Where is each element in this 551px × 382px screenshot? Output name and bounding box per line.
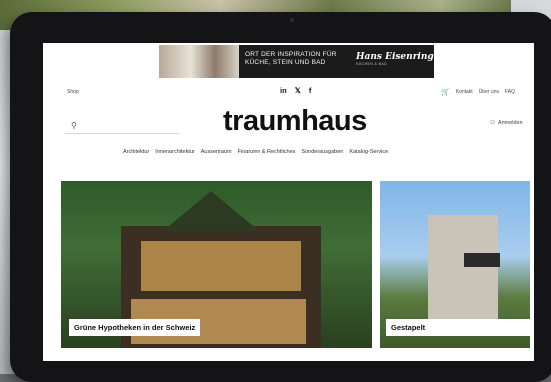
shop-link[interactable]: Shop — [67, 89, 79, 95]
nav-item-aussenraum[interactable]: Aussenraum — [201, 149, 232, 155]
card-title[interactable]: Grüne Hypotheken in der Schweiz — [69, 319, 201, 336]
login-button[interactable]: ⚇ Anmelden — [490, 120, 523, 126]
faq-link[interactable]: FAQ — [505, 89, 515, 95]
ad-brand-logo: Hans Eisenring KÜCHEN & BAD — [356, 45, 434, 78]
house-window — [141, 241, 301, 291]
nav-item-architektur[interactable]: Architektur — [123, 149, 149, 155]
tower-window — [464, 253, 500, 267]
feature-card-main[interactable]: Grüne Hypotheken in der Schweiz — [61, 181, 372, 348]
browser-screen: ORT DER INSPIRATION FÜR KÜCHE, STEIN UND… — [43, 43, 534, 361]
tower-image — [428, 215, 498, 325]
cart-icon[interactable]: 🛒 — [441, 88, 450, 96]
banner-ad[interactable]: ORT DER INSPIRATION FÜR KÜCHE, STEIN UND… — [159, 45, 434, 78]
facebook-icon[interactable]: f — [309, 86, 312, 95]
meta-links: 🛒 Kontakt Über uns FAQ — [441, 88, 515, 96]
ad-brand-sub: KÜCHEN & BAD — [356, 62, 388, 66]
nav-item-finanzen[interactable]: Finanzen & Rechtliches — [238, 149, 296, 155]
main-nav: Architektur Innenarchitektur Aussenraum … — [123, 149, 388, 155]
search-icon[interactable]: ⚲ — [71, 121, 77, 130]
ad-headline: ORT DER INSPIRATION FÜR KÜCHE, STEIN UND… — [245, 51, 337, 66]
login-label: Anmelden — [497, 120, 523, 126]
x-icon[interactable]: 𝕏 — [295, 86, 301, 95]
ad-brand: Hans Eisenring — [356, 52, 434, 62]
about-link[interactable]: Über uns — [479, 89, 499, 95]
search-input[interactable]: ⚲ — [65, 121, 179, 134]
top-meta-bar: Shop in 𝕏 f 🛒 Kontakt Über uns FAQ — [43, 84, 534, 100]
nav-item-sonderausgaben[interactable]: Sonderausgaben — [301, 149, 343, 155]
contact-link[interactable]: Kontakt — [456, 89, 473, 95]
ad-image — [159, 45, 239, 78]
feature-card-side[interactable]: Gestapelt — [380, 181, 530, 348]
tablet-device: ORT DER INSPIRATION FÜR KÜCHE, STEIN UND… — [10, 12, 551, 382]
nav-item-innenarchitektur[interactable]: Innenarchitektur — [155, 149, 194, 155]
card-title[interactable]: Gestapelt — [386, 319, 530, 336]
camera-icon — [290, 18, 294, 22]
social-links: in 𝕏 f — [280, 86, 317, 95]
site-logo[interactable]: traumhaus — [223, 105, 367, 138]
user-icon: ⚇ — [490, 120, 495, 126]
linkedin-icon[interactable]: in — [280, 86, 287, 95]
nav-item-katalog-service[interactable]: Katalog-Service — [349, 149, 388, 155]
house-roof — [163, 191, 259, 231]
